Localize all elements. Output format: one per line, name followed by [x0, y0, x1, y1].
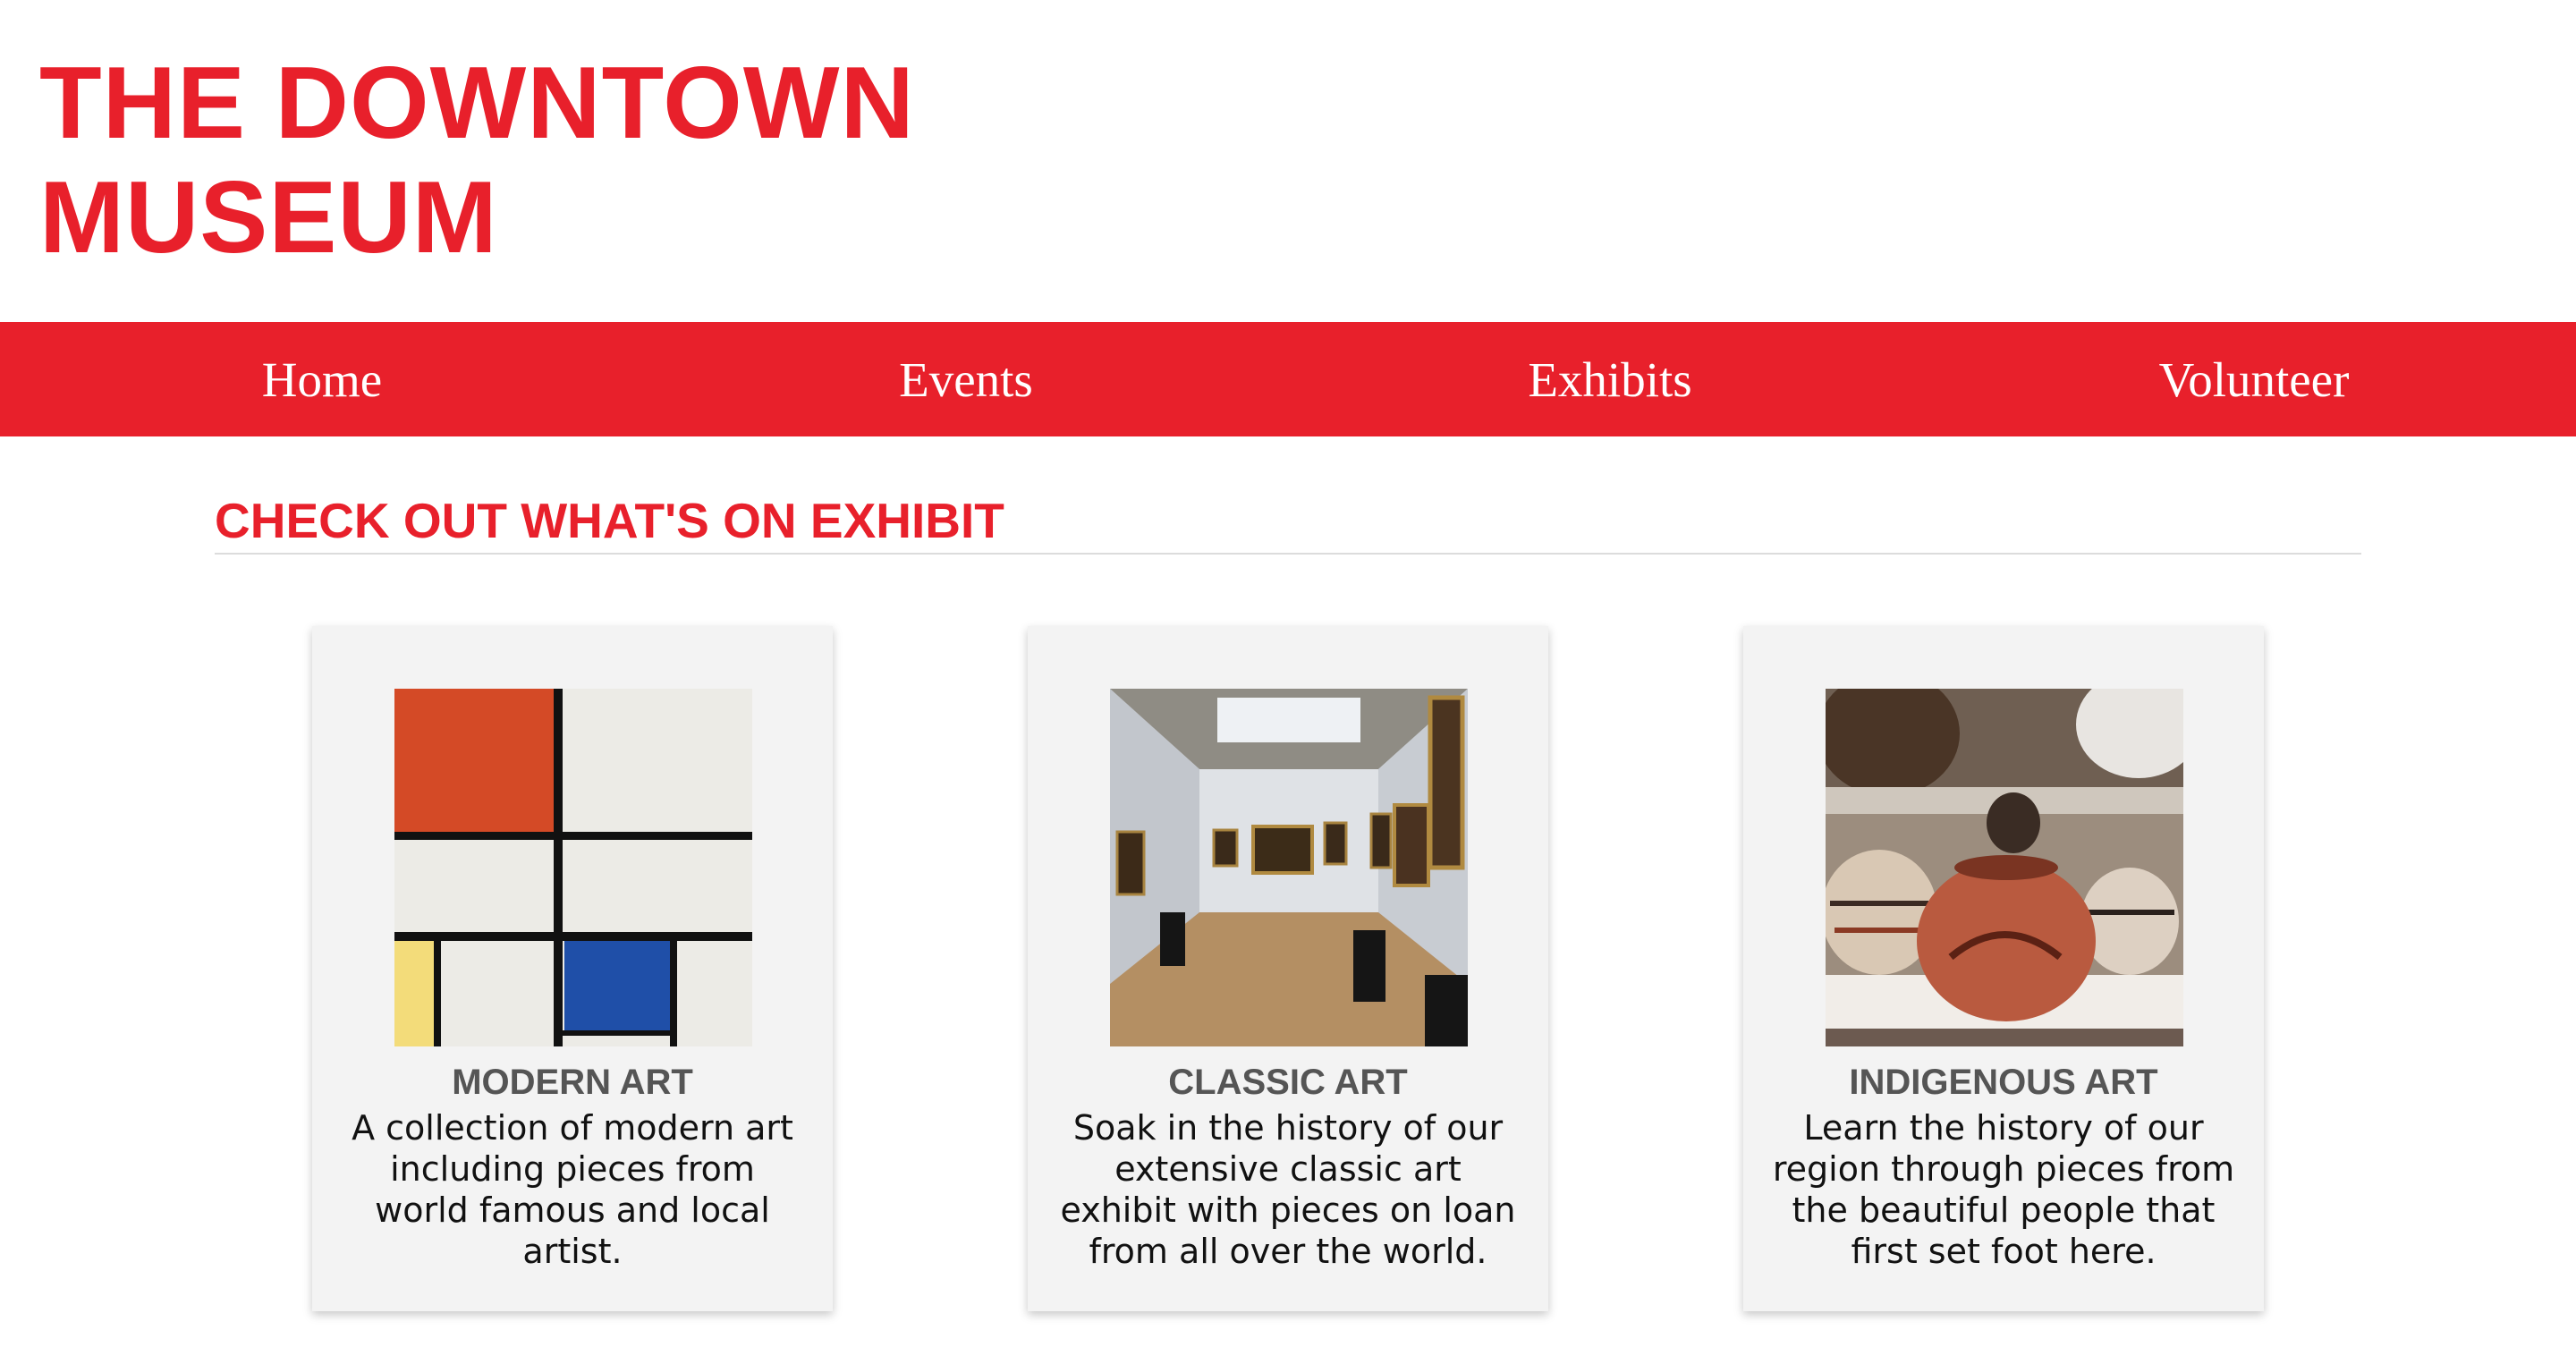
mondrian-line: [554, 689, 563, 1046]
pottery-illustration: [1826, 689, 2183, 1046]
exhibit-card-indigenous-art[interactable]: INDIGENOUS ART Learn the history of our …: [1743, 626, 2264, 1311]
gallery-hall-illustration: [1110, 689, 1468, 1046]
section-divider: [215, 553, 2361, 555]
site-title-line1: THE DOWNTOWN: [39, 47, 915, 160]
card-title: CLASSIC ART: [1168, 1063, 1408, 1102]
exhibit-card-modern-art[interactable]: MODERN ART A collection of modern art in…: [312, 626, 833, 1311]
mondrian-line: [434, 941, 441, 1046]
mondrian-painting-image: [394, 689, 752, 1046]
card-description: A collection of modern art including pie…: [352, 1108, 793, 1271]
section-heading: CHECK OUT WHAT'S ON EXHIBIT: [215, 493, 1004, 548]
mondrian-line: [394, 932, 752, 941]
mondrian-line: [394, 832, 752, 840]
site-title: THE DOWNTOWN MUSEUM: [39, 47, 1113, 275]
pottery-image: [1826, 689, 2183, 1046]
nav-volunteer-link[interactable]: Volunteer: [1932, 322, 2576, 436]
nav-exhibits-link[interactable]: Exhibits: [1288, 322, 1932, 436]
mondrian-blue-block: [564, 941, 670, 1030]
gallery-hall-image: [1110, 689, 1468, 1046]
mondrian-red-block: [394, 689, 554, 832]
mondrian-line: [563, 1030, 677, 1036]
card-title: INDIGENOUS ART: [1849, 1063, 2158, 1102]
card-description: Learn the history of our region through …: [1772, 1108, 2235, 1271]
main-navbar: Home Events Exhibits Volunteer: [0, 322, 2576, 436]
card-title: MODERN ART: [452, 1063, 693, 1102]
site-title-line2: MUSEUM: [39, 161, 498, 275]
nav-home-link[interactable]: Home: [0, 322, 644, 436]
exhibit-card-classic-art[interactable]: CLASSIC ART Soak in the history of our e…: [1028, 626, 1548, 1311]
card-description: Soak in the history of our extensive cla…: [1060, 1108, 1516, 1271]
nav-events-link[interactable]: Events: [644, 322, 1288, 436]
mondrian-yellow-block: [394, 941, 434, 1046]
